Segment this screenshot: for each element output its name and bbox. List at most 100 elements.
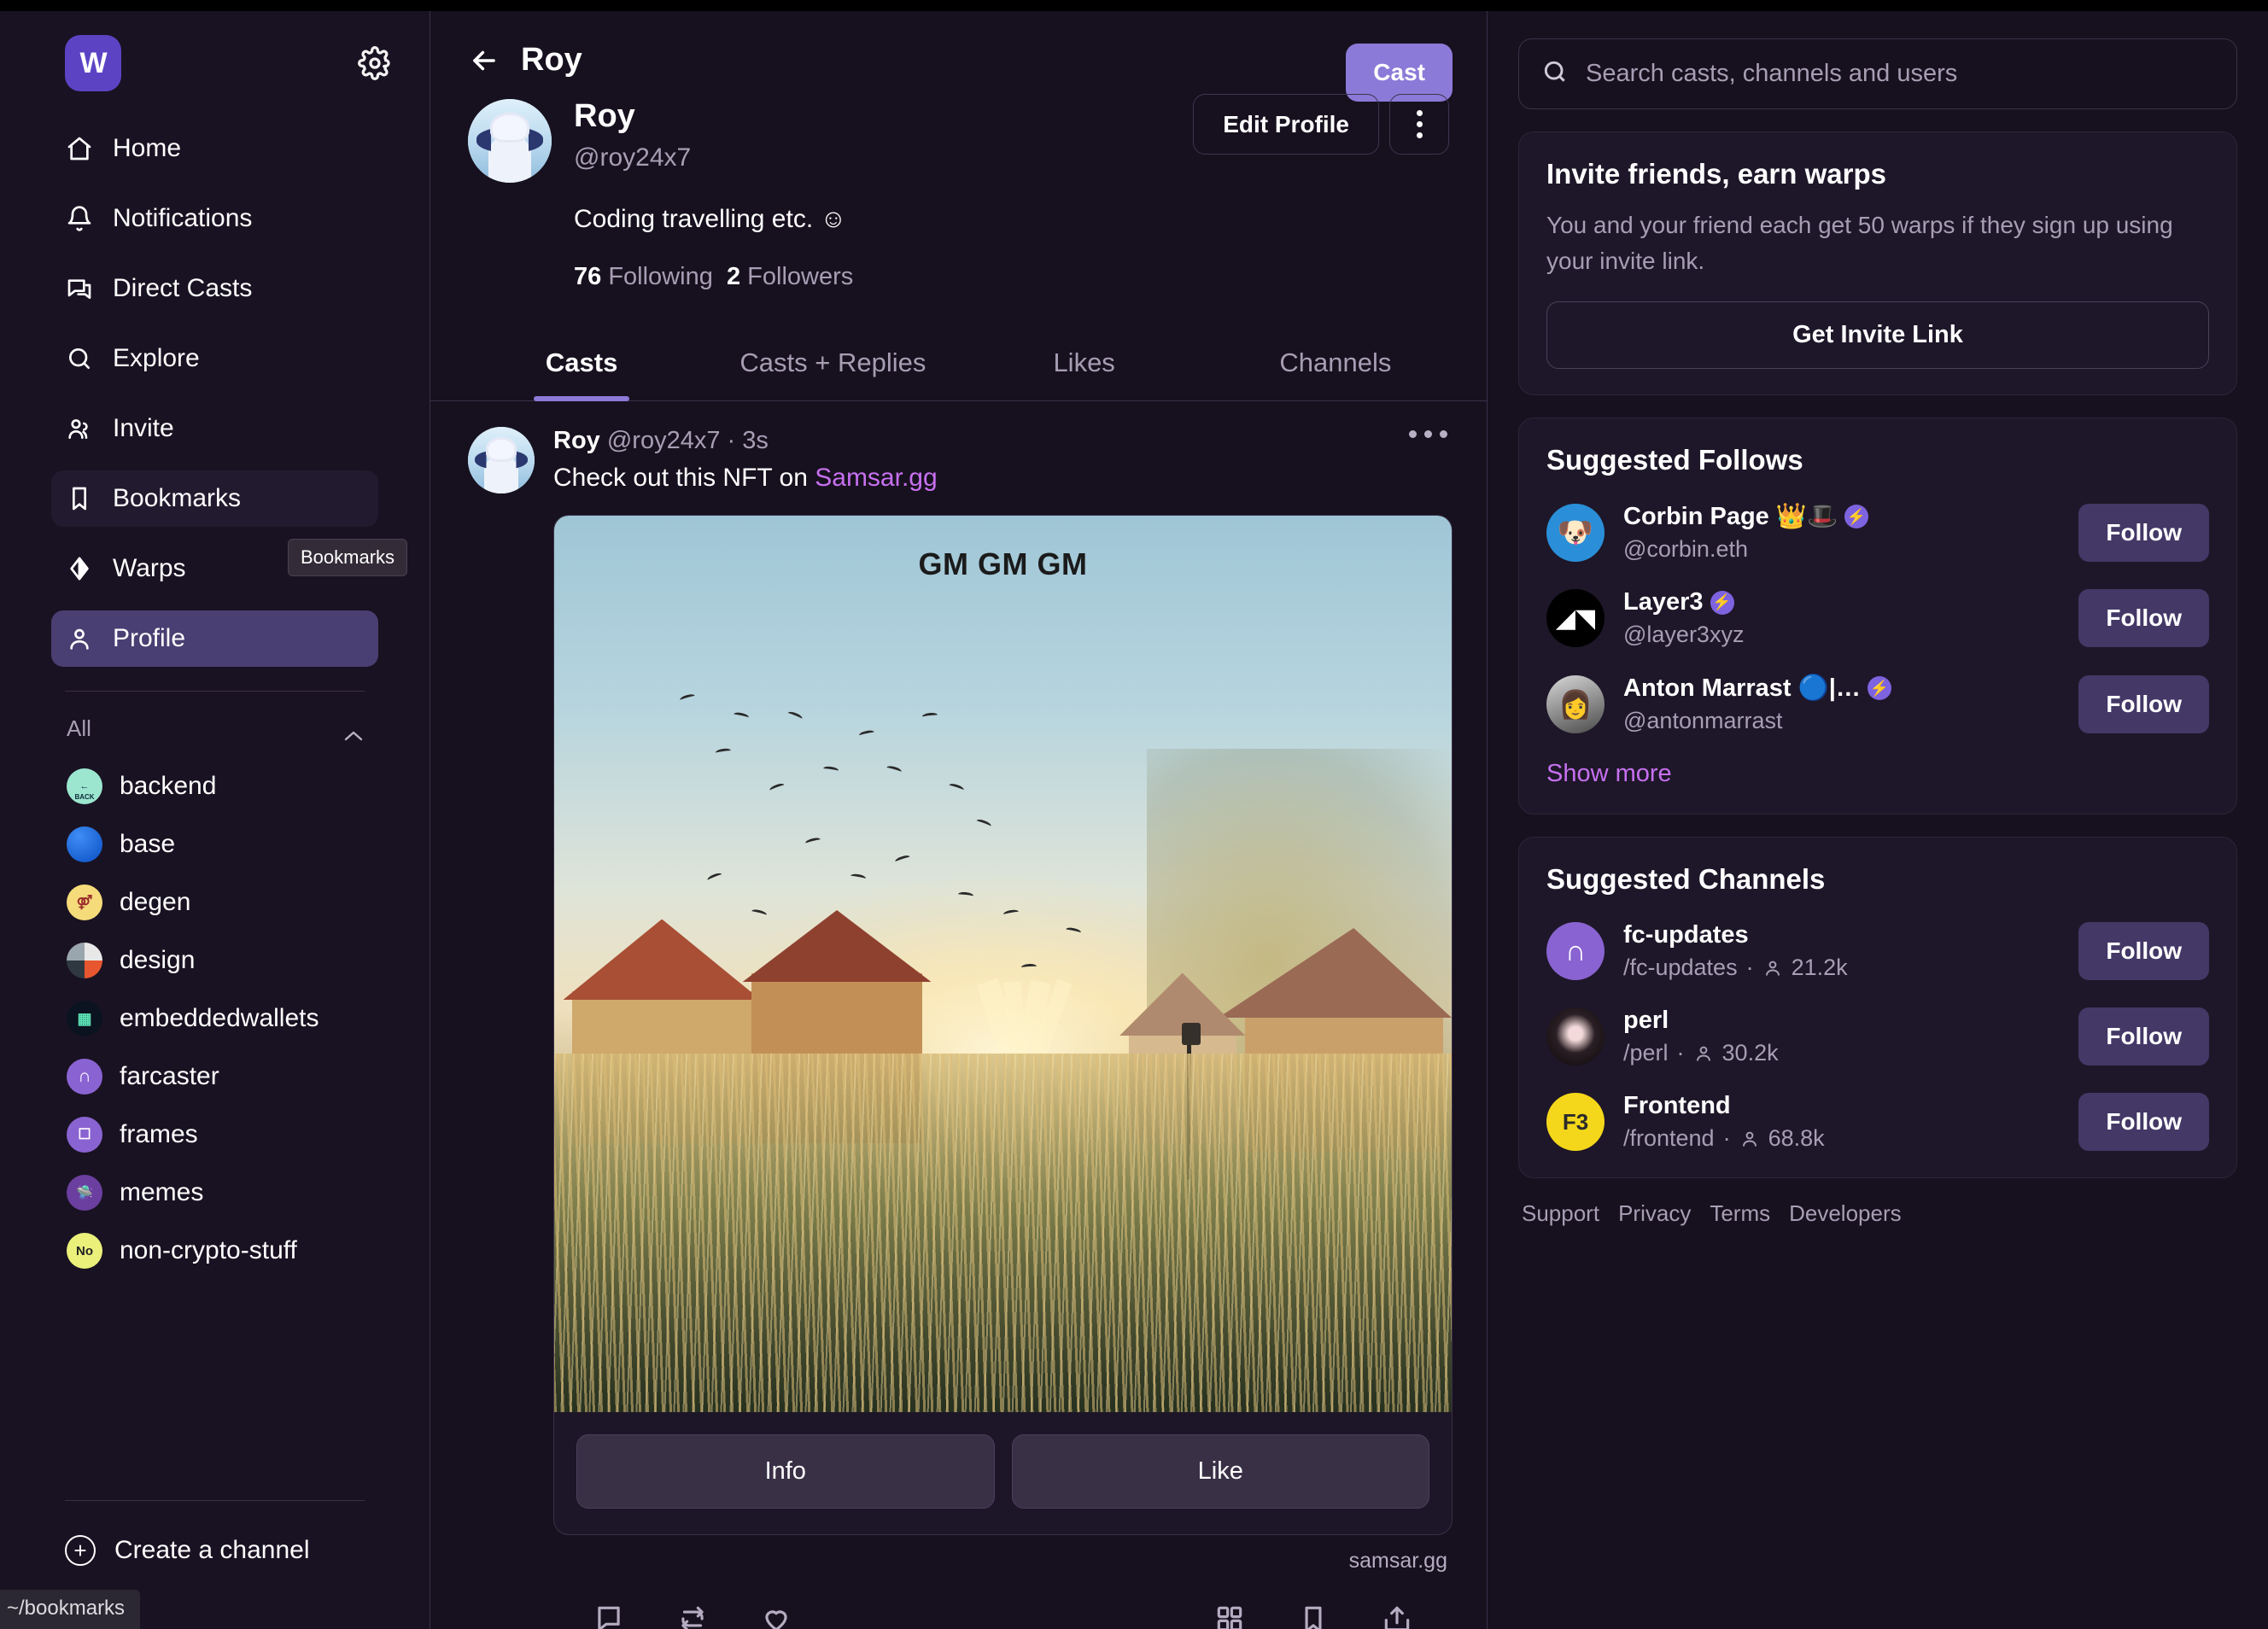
channel-avatar: ▦: [67, 1001, 102, 1036]
channel-item-frames[interactable]: ☐ frames: [67, 1106, 365, 1164]
sidebar-nav: Home Notifications Direct Casts Explore …: [0, 120, 430, 667]
person-icon: [1762, 958, 1783, 978]
plus-circle-icon: +: [65, 1535, 96, 1566]
channel-item-degen[interactable]: ⚤ degen: [67, 873, 365, 931]
follow-button[interactable]: Follow: [2078, 674, 2209, 733]
edit-profile-button[interactable]: Edit Profile: [1193, 94, 1379, 155]
channel-label: embeddedwallets: [120, 1004, 319, 1032]
frame-info-button[interactable]: Info: [576, 1434, 995, 1509]
cast-author-avatar[interactable]: [468, 427, 535, 493]
create-channel-button[interactable]: + Create a channel: [0, 1535, 430, 1566]
footer-link-developers[interactable]: Developers: [1789, 1200, 1902, 1227]
recast-icon[interactable]: [676, 1603, 709, 1629]
tab-casts-replies[interactable]: Casts + Replies: [707, 329, 958, 400]
suggested-follow-row: 👩 Anton Marrast 🔵|… ⚡ @antonmarrast Foll…: [1546, 674, 2209, 734]
tab-casts[interactable]: Casts: [456, 329, 707, 400]
avatar[interactable]: [1546, 1007, 1605, 1066]
users-icon: [65, 414, 94, 443]
sidebar-item-profile[interactable]: Profile: [51, 610, 378, 667]
suggested-follow-handle: @corbin.eth: [1623, 536, 1748, 562]
cast-author-name[interactable]: Roy: [553, 427, 600, 454]
sidebar-item-label: Invite: [113, 414, 174, 442]
bookmark-icon: [65, 484, 94, 513]
follow-button[interactable]: Follow: [2078, 589, 2209, 647]
following-label[interactable]: Following: [608, 263, 713, 290]
heart-icon[interactable]: [760, 1603, 792, 1629]
avatar[interactable]: ∩: [1546, 922, 1605, 980]
cast-link[interactable]: Samsar.gg: [815, 464, 937, 492]
tab-channels[interactable]: Channels: [1210, 329, 1461, 400]
profile-more-button[interactable]: [1389, 94, 1449, 155]
follow-button[interactable]: Follow: [2078, 503, 2209, 562]
frame-like-button[interactable]: Like: [1011, 1434, 1429, 1509]
profile-handle: @roy24x7: [574, 143, 692, 172]
gear-icon[interactable]: [358, 46, 392, 80]
show-more-link[interactable]: Show more: [1546, 760, 2209, 788]
sidebar-item-home[interactable]: Home: [51, 120, 378, 177]
channel-item-base[interactable]: base: [67, 815, 365, 873]
back-arrow-icon[interactable]: [468, 44, 500, 77]
avatar[interactable]: [468, 99, 552, 183]
follow-button[interactable]: Follow: [2078, 922, 2209, 980]
search-bar[interactable]: [1518, 38, 2237, 109]
share-icon[interactable]: [1381, 1603, 1413, 1629]
channel-item-design[interactable]: design: [67, 931, 365, 990]
bookmark-icon[interactable]: [1297, 1603, 1330, 1629]
chevron-up-icon[interactable]: [342, 722, 365, 740]
app-logo[interactable]: W: [65, 35, 121, 91]
invite-body: You and your friend each get 50 warps if…: [1546, 212, 2173, 274]
profile-section: Edit Profile Roy @roy24x7 Coding travell…: [430, 79, 1487, 291]
sidebar-item-direct-casts[interactable]: Direct Casts: [51, 260, 378, 317]
grid-icon[interactable]: [1213, 1603, 1246, 1629]
avatar[interactable]: 👩: [1546, 674, 1605, 733]
sidebar-item-bookmarks[interactable]: Bookmarks: [51, 470, 378, 527]
footer-link-terms[interactable]: Terms: [1710, 1200, 1770, 1227]
suggested-channel-info: Frontend /frontend · 68.8k: [1623, 1092, 2060, 1152]
home-icon: [65, 134, 94, 163]
sidebar-item-notifications[interactable]: Notifications: [51, 190, 378, 247]
channel-item-backend[interactable]: ← BACK backend: [67, 757, 365, 815]
footer-link-privacy[interactable]: Privacy: [1618, 1200, 1691, 1227]
suggested-follows-title: Suggested Follows: [1546, 444, 1803, 476]
sidebar-item-explore[interactable]: Explore: [51, 330, 378, 387]
status-bar-url: ~/bookmarks: [0, 1590, 141, 1629]
sidebar-item-invite[interactable]: Invite: [51, 400, 378, 457]
frame-image[interactable]: GM GM GM: [554, 516, 1452, 1412]
channel-item-farcaster[interactable]: ∩ farcaster: [67, 1048, 365, 1106]
meta-separator: ·: [1745, 955, 1754, 980]
comment-icon[interactable]: [593, 1603, 625, 1629]
following-count: 76: [574, 263, 602, 290]
person-icon: [65, 624, 94, 653]
cast-timestamp: 3s: [742, 427, 769, 454]
follow-button[interactable]: Follow: [2078, 1007, 2209, 1066]
avatar[interactable]: ◢◥: [1546, 589, 1605, 647]
follow-button[interactable]: Follow: [2078, 1093, 2209, 1151]
ellipsis-icon[interactable]: [1409, 430, 1447, 438]
channel-item-memes[interactable]: 🛸 memes: [67, 1164, 365, 1222]
profile-bio: Coding travelling etc. ☺: [574, 205, 847, 233]
chat-icon: [65, 274, 94, 303]
channel-avatar: [67, 826, 102, 862]
tab-likes[interactable]: Likes: [959, 329, 1210, 400]
suggested-follow-name: Anton Marrast 🔵|… ⚡: [1623, 674, 2060, 703]
avatar[interactable]: F3: [1546, 1093, 1605, 1151]
suggested-follow-handle: @layer3xyz: [1623, 622, 1745, 647]
profile-actions: Edit Profile: [1193, 94, 1449, 155]
avatar[interactable]: 🐶: [1546, 503, 1605, 562]
channel-item-non-crypto-stuff[interactable]: No non-crypto-stuff: [67, 1222, 365, 1280]
get-invite-link-button[interactable]: Get Invite Link: [1546, 301, 2209, 369]
bookmarks-tooltip: Bookmarks: [288, 539, 408, 576]
suggested-follows-card: Suggested Follows 🐶 Corbin Page 👑🎩 ⚡ @co…: [1518, 417, 2237, 814]
name-text: Corbin Page 👑🎩: [1623, 503, 1838, 530]
search-input[interactable]: [1586, 60, 2214, 88]
channel-item-embeddedwallets[interactable]: ▦ embeddedwallets: [67, 990, 365, 1048]
footer-link-support[interactable]: Support: [1522, 1200, 1599, 1227]
profile-counts: 76 Following 2 Followers: [468, 263, 1449, 291]
cast-body: Roy @roy24x7 · 3s Check out this NFT on …: [553, 427, 1453, 1629]
channel-group-label: All: [67, 715, 91, 741]
channel-group-header[interactable]: All: [0, 692, 430, 742]
followers-label[interactable]: Followers: [747, 263, 853, 290]
meta-separator: ·: [1722, 1125, 1731, 1151]
sidebar-footer-divider: [65, 1500, 365, 1501]
search-icon: [65, 344, 94, 373]
